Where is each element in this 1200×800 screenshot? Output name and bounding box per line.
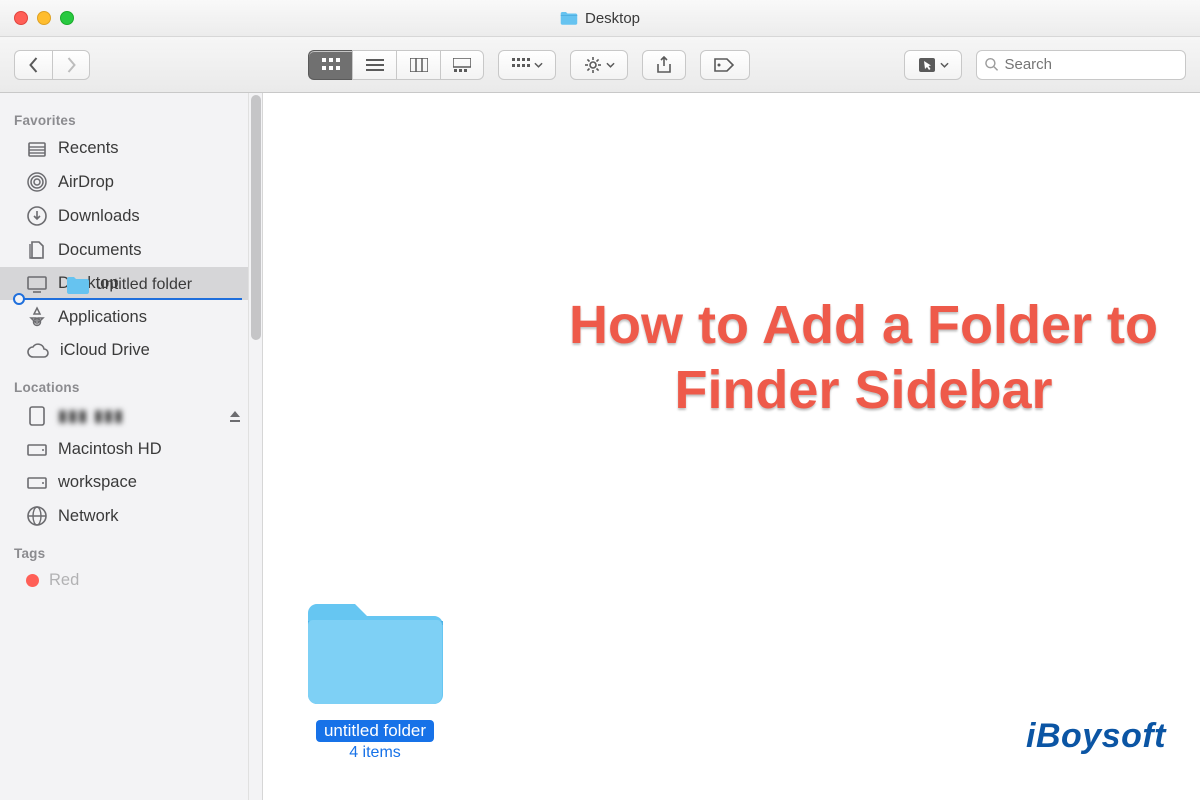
folder-icon bbox=[302, 593, 448, 709]
finder-window: Desktop bbox=[0, 0, 1200, 800]
sidebar-item-label: Macintosh HD bbox=[58, 440, 162, 459]
sidebar-item-label: iCloud Drive bbox=[60, 341, 150, 360]
documents-icon bbox=[26, 239, 48, 261]
sidebar-item-label: workspace bbox=[58, 473, 137, 492]
sidebar-item-label: Documents bbox=[58, 241, 141, 260]
sidebar-item-label: Downloads bbox=[58, 207, 140, 226]
sidebar-heading-tags: Tags bbox=[0, 533, 262, 565]
columns-icon bbox=[410, 58, 428, 72]
network-icon bbox=[26, 505, 48, 527]
window-body: Favorites Recents bbox=[0, 93, 1200, 800]
chevron-down-icon bbox=[606, 62, 615, 68]
view-list-button[interactable] bbox=[352, 50, 396, 80]
drag-insertion-line bbox=[20, 298, 242, 300]
arrow-cursor-icon bbox=[918, 57, 936, 73]
view-mode-group bbox=[308, 50, 484, 80]
grid-icon bbox=[322, 58, 340, 72]
device-icon bbox=[26, 405, 48, 427]
sidebar-tag-label: Red bbox=[49, 571, 79, 590]
downloads-icon bbox=[26, 205, 48, 227]
sidebar-heading-favorites: Favorites bbox=[0, 100, 262, 132]
applications-icon bbox=[26, 306, 48, 328]
view-gallery-button[interactable] bbox=[440, 50, 484, 80]
sidebar-item-device[interactable]: ▮▮▮ ▮▮▮ bbox=[0, 399, 262, 433]
group-icon bbox=[512, 58, 530, 72]
overlay-headline: How to Add a Folder to Finder Sidebar bbox=[527, 293, 1200, 423]
sidebar-heading-locations: Locations bbox=[0, 367, 262, 399]
tag-dot-icon bbox=[26, 574, 39, 587]
sidebar-item-applications[interactable]: Applications bbox=[0, 300, 262, 334]
sidebar-item-documents[interactable]: Documents bbox=[0, 233, 262, 267]
eject-icon[interactable] bbox=[228, 409, 242, 423]
brand-text: iBoysoft bbox=[1026, 717, 1166, 755]
group-by-button[interactable] bbox=[498, 50, 556, 80]
window-title-text: Desktop bbox=[585, 10, 640, 27]
chevron-right-icon bbox=[66, 57, 77, 73]
folder-item-untitled[interactable]: untitled folder 4 items bbox=[285, 593, 465, 762]
desktop-icon bbox=[26, 275, 48, 293]
sidebar-item-icloud[interactable]: iCloud Drive bbox=[0, 334, 262, 367]
window-title: Desktop bbox=[560, 10, 640, 27]
sidebar-item-macintosh-hd[interactable]: Macintosh HD bbox=[0, 433, 262, 466]
chevron-left-icon bbox=[28, 57, 39, 73]
disk-icon bbox=[26, 474, 48, 492]
chevron-down-icon bbox=[534, 62, 543, 68]
scrollbar-thumb[interactable] bbox=[251, 95, 261, 340]
back-button[interactable] bbox=[14, 50, 52, 80]
folder-name-label: untitled folder bbox=[316, 720, 434, 742]
sidebar-scrollbar[interactable] bbox=[248, 93, 262, 800]
folder-item-count: 4 items bbox=[285, 744, 465, 762]
sidebar-item-workspace[interactable]: workspace bbox=[0, 466, 262, 499]
sidebar-item-label: ▮▮▮ ▮▮▮ bbox=[58, 406, 124, 426]
sidebar-item-label: AirDrop bbox=[58, 173, 114, 192]
search-icon bbox=[985, 57, 998, 72]
nav-back-forward bbox=[14, 50, 90, 80]
drag-ghost-label: untitled folder bbox=[96, 276, 192, 294]
chevron-down-icon bbox=[940, 62, 949, 68]
gallery-icon bbox=[453, 58, 471, 72]
quick-actions-button[interactable] bbox=[904, 50, 962, 80]
fullscreen-button[interactable] bbox=[60, 11, 74, 25]
main-content[interactable]: untitled folder 4 items How to Add a Fol… bbox=[263, 93, 1200, 800]
view-icons-button[interactable] bbox=[308, 50, 352, 80]
close-button[interactable] bbox=[14, 11, 28, 25]
sidebar-item-label: Network bbox=[58, 507, 119, 526]
sidebar-tag-red[interactable]: Red bbox=[0, 565, 262, 596]
share-button[interactable] bbox=[642, 50, 686, 80]
search-input[interactable] bbox=[1004, 56, 1177, 73]
recents-icon bbox=[26, 139, 48, 159]
folder-icon bbox=[66, 276, 90, 294]
tags-button[interactable] bbox=[700, 50, 750, 80]
list-icon bbox=[366, 58, 384, 72]
view-columns-button[interactable] bbox=[396, 50, 440, 80]
toolbar bbox=[0, 37, 1200, 93]
sidebar-item-label: Applications bbox=[58, 308, 147, 327]
drag-ghost-folder: untitled folder bbox=[66, 276, 192, 294]
brand-watermark: iBoysoft bbox=[1026, 717, 1166, 756]
disk-icon bbox=[26, 441, 48, 459]
traffic-lights bbox=[0, 11, 74, 25]
folder-icon bbox=[560, 11, 578, 25]
sidebar-item-network[interactable]: Network bbox=[0, 499, 262, 533]
forward-button[interactable] bbox=[52, 50, 90, 80]
titlebar: Desktop bbox=[0, 0, 1200, 37]
airdrop-icon bbox=[26, 171, 48, 193]
search-field[interactable] bbox=[976, 50, 1186, 80]
gear-icon bbox=[584, 56, 602, 74]
cloud-icon bbox=[26, 342, 50, 360]
sidebar: Favorites Recents bbox=[0, 93, 263, 800]
sidebar-item-downloads[interactable]: Downloads bbox=[0, 199, 262, 233]
share-icon bbox=[656, 56, 672, 74]
sidebar-item-airdrop[interactable]: AirDrop bbox=[0, 165, 262, 199]
minimize-button[interactable] bbox=[37, 11, 51, 25]
sidebar-item-recents[interactable]: Recents bbox=[0, 132, 262, 165]
action-menu-button[interactable] bbox=[570, 50, 628, 80]
tag-icon bbox=[713, 57, 737, 73]
sidebar-item-label: Recents bbox=[58, 139, 119, 158]
